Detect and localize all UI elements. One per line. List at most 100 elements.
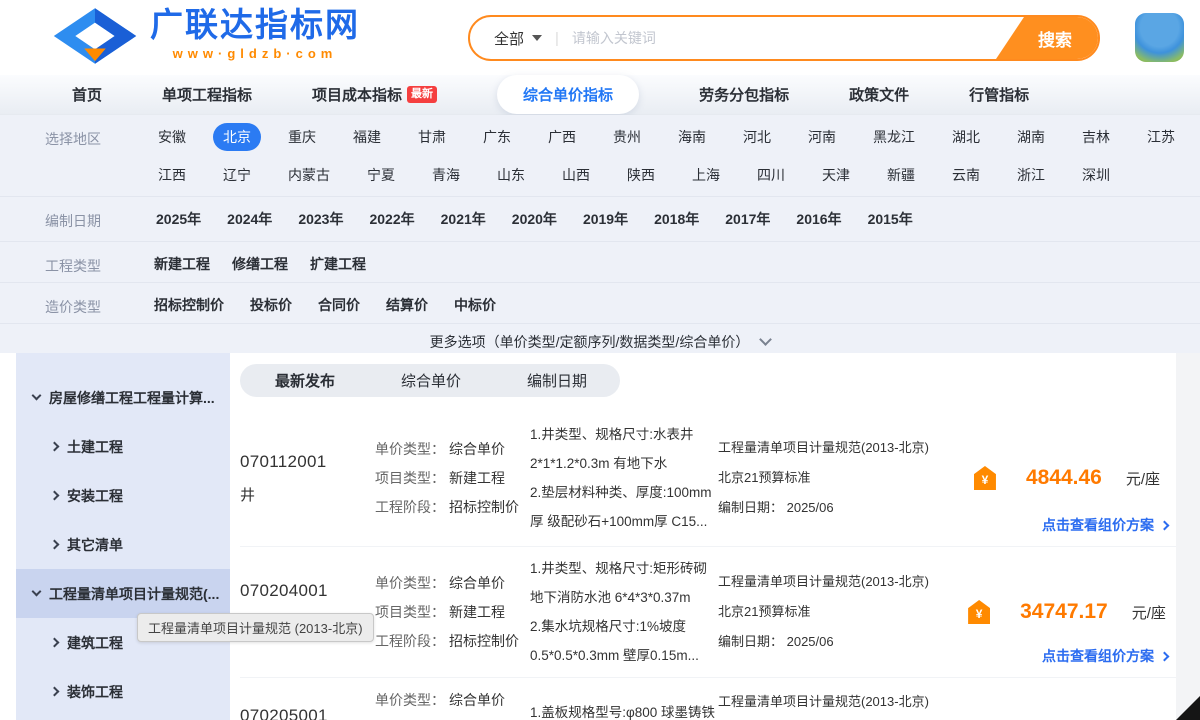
nav-item-policy[interactable]: 政策文件 xyxy=(849,84,909,105)
sidebar-item-civil[interactable]: 土建工程 xyxy=(16,422,230,471)
logo-text: 广联达指标网 www·gldzb·com xyxy=(150,7,360,65)
region-chip[interactable]: 宁夏 xyxy=(357,161,405,189)
item-description-line: 厚 级配砂石+100mm厚 C15... xyxy=(530,507,718,536)
year-chip[interactable]: 2022年 xyxy=(361,205,422,233)
region-chip[interactable]: 重庆 xyxy=(278,123,326,151)
sidebar-item-label: 土建工程 xyxy=(67,437,123,457)
avatar[interactable] xyxy=(1135,13,1184,62)
nav-item-composite-price[interactable]: 综合单价指标 xyxy=(497,75,639,114)
region-chip[interactable]: 湖南 xyxy=(1007,123,1055,151)
nav-item-project-cost[interactable]: 项目成本指标 最新 xyxy=(312,84,437,105)
region-chip[interactable]: 陕西 xyxy=(617,161,665,189)
sort-tab[interactable]: 综合单价 xyxy=(401,370,461,391)
year-chip[interactable]: 2025年 xyxy=(148,205,209,233)
view-pricing-plan-link[interactable]: 点击查看组价方案 xyxy=(1042,646,1168,666)
search-button[interactable]: 搜索 xyxy=(996,17,1098,59)
nav-item-home[interactable]: 首页 xyxy=(72,84,102,105)
sidebar-item-installation[interactable]: 安装工程 xyxy=(16,471,230,520)
sidebar-item-label: 其它清单 xyxy=(67,535,123,555)
price-type-chip[interactable]: 招标控制价 xyxy=(148,291,230,319)
item-attr: 工程阶段：招标控制价 xyxy=(375,493,530,522)
region-chip[interactable]: 浙江 xyxy=(1007,161,1055,189)
item-spec: 工程量清单项目计量规范(2013-北京) xyxy=(718,567,946,597)
logo-subtitle: www·gldzb·com xyxy=(150,46,360,61)
region-chip[interactable]: 青海 xyxy=(422,161,470,189)
region-chip[interactable]: 安徽 xyxy=(148,123,196,151)
sort-tab[interactable]: 编制日期 xyxy=(527,370,587,391)
year-chip[interactable]: 2016年 xyxy=(788,205,849,233)
region-chip[interactable]: 甘肃 xyxy=(408,123,456,151)
sidebar-item-measurement-spec[interactable]: 工程量清单项目计量规范(... xyxy=(16,569,230,618)
region-chip[interactable]: 江苏 xyxy=(1137,123,1185,151)
year-chip[interactable]: 2023年 xyxy=(290,205,351,233)
region-chip[interactable]: 山东 xyxy=(487,161,535,189)
filter-label-project-type: 工程类型 xyxy=(45,242,148,276)
year-chip[interactable]: 2015年 xyxy=(860,205,921,233)
item-description-line: 1.井类型、规格尺寸:水表井 xyxy=(530,420,718,449)
sort-tab[interactable]: 最新发布 xyxy=(275,370,335,391)
region-chip[interactable]: 天津 xyxy=(812,161,860,189)
region-chip[interactable]: 河北 xyxy=(733,123,781,151)
site-logo[interactable]: 广联达指标网 www·gldzb·com xyxy=(52,7,360,65)
region-chip[interactable]: 贵州 xyxy=(603,123,651,151)
chevron-right-icon xyxy=(50,687,60,697)
item-name: 井 xyxy=(240,484,375,505)
nav-item-single-project[interactable]: 单项工程指标 xyxy=(162,84,252,105)
project-type-chip[interactable]: 新建工程 xyxy=(148,250,216,278)
more-options-label: 更多选项（单价类型/定额序列/数据类型/综合单价） xyxy=(430,332,750,352)
search-bar: 全部 | 搜索 xyxy=(468,15,1100,61)
region-chip[interactable]: 山西 xyxy=(552,161,600,189)
price-type-chips: 招标控制价投标价合同价结算价中标价 xyxy=(148,283,502,319)
project-type-chip[interactable]: 扩建工程 xyxy=(304,250,372,278)
year-chip[interactable]: 2020年 xyxy=(504,205,565,233)
chevron-right-icon xyxy=(50,638,60,648)
region-chip[interactable]: 新疆 xyxy=(877,161,925,189)
region-chip[interactable]: 四川 xyxy=(747,161,795,189)
region-chip[interactable]: 海南 xyxy=(668,123,716,151)
sidebar-item-label: 房屋修缮工程工程量计算... xyxy=(49,388,215,408)
item-description-line: 1.盖板规格型号:φ800 球墨铸铁 xyxy=(530,698,718,720)
nav-item-admin-index[interactable]: 行管指标 xyxy=(969,84,1029,105)
project-type-chip[interactable]: 修缮工程 xyxy=(226,250,294,278)
item-price: 4844.46 xyxy=(1026,466,1102,490)
region-chip[interactable]: 辽宁 xyxy=(213,161,261,189)
region-chip[interactable]: 吉林 xyxy=(1072,123,1120,151)
sidebar-item-repair-spec[interactable]: 房屋修缮工程工程量计算... xyxy=(16,373,230,422)
filter-label-price-type: 造价类型 xyxy=(45,283,148,317)
item-price: 34747.17 xyxy=(1020,600,1108,624)
sidebar-tooltip: 工程量清单项目计量规范 (2013-北京) xyxy=(137,613,374,642)
region-chip[interactable]: 广西 xyxy=(538,123,586,151)
price-type-chip[interactable]: 合同价 xyxy=(312,291,366,319)
region-chip[interactable]: 湖北 xyxy=(942,123,990,151)
main-nav: 首页 单项工程指标 项目成本指标 最新 综合单价指标 劳务分包指标 政策文件 行… xyxy=(0,75,1200,115)
price-type-chip[interactable]: 投标价 xyxy=(244,291,298,319)
region-chip[interactable]: 云南 xyxy=(942,161,990,189)
item-date: 编制日期： 2025/06 xyxy=(718,493,946,523)
region-chip[interactable]: 江西 xyxy=(148,161,196,189)
chevron-right-icon xyxy=(1160,651,1170,661)
region-chip[interactable]: 河南 xyxy=(798,123,846,151)
year-chip[interactable]: 2021年 xyxy=(433,205,494,233)
sidebar-item-other-list[interactable]: 其它清单 xyxy=(16,520,230,569)
year-chip[interactable]: 2024年 xyxy=(219,205,280,233)
view-pricing-plan-link[interactable]: 点击查看组价方案 xyxy=(1042,515,1168,535)
logo-title: 广联达指标网 xyxy=(150,7,360,43)
region-chip[interactable]: 深圳 xyxy=(1072,161,1120,189)
sidebar-item-decoration[interactable]: 装饰工程 xyxy=(16,667,230,716)
year-chip[interactable]: 2019年 xyxy=(575,205,636,233)
year-chip[interactable]: 2017年 xyxy=(717,205,778,233)
region-chip[interactable]: 北京 xyxy=(213,123,261,151)
region-chip[interactable]: 内蒙古 xyxy=(278,161,340,189)
region-chips-row2: 江西辽宁内蒙古宁夏青海山东山西陕西上海四川天津新疆云南浙江深圳 xyxy=(148,153,1185,189)
price-type-chip[interactable]: 结算价 xyxy=(380,291,434,319)
price-type-chip[interactable]: 中标价 xyxy=(448,291,502,319)
year-chip[interactable]: 2018年 xyxy=(646,205,707,233)
filter-label-date: 编制日期 xyxy=(45,197,148,231)
region-chip[interactable]: 福建 xyxy=(343,123,391,151)
item-description-line: 1.井类型、规格尺寸:矩形砖砌 xyxy=(530,554,718,583)
nav-item-labor-subcontract[interactable]: 劳务分包指标 xyxy=(699,84,789,105)
region-chip[interactable]: 广东 xyxy=(473,123,521,151)
search-category-dropdown[interactable]: 全部 xyxy=(494,28,542,49)
region-chip[interactable]: 黑龙江 xyxy=(863,123,925,151)
region-chip[interactable]: 上海 xyxy=(682,161,730,189)
